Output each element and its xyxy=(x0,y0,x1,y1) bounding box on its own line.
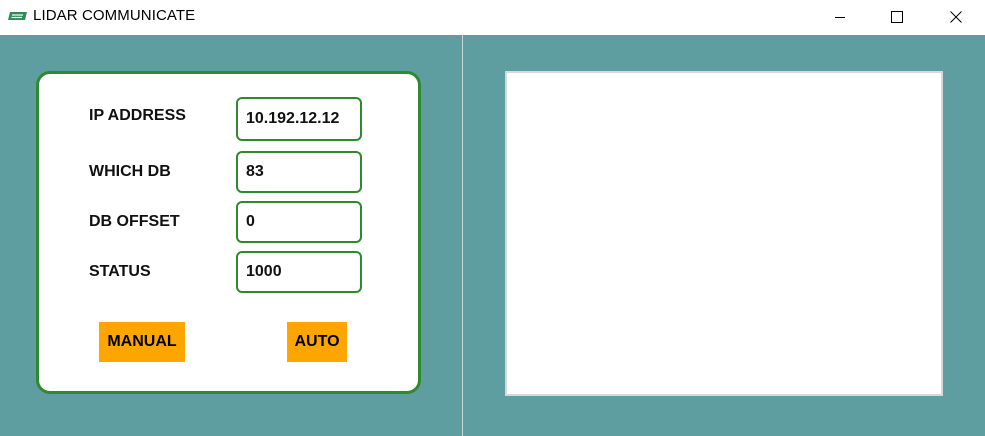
status-value: 1000 xyxy=(246,263,282,280)
title-bar: LIDAR COMMUNICATE xyxy=(0,0,985,33)
app-logo-icon xyxy=(8,9,28,23)
status-field[interactable]: 1000 xyxy=(236,251,362,293)
output-panel[interactable] xyxy=(505,71,943,396)
settings-card: IP ADDRESS 10.192.12.12 WHICH DB 83 DB O… xyxy=(36,71,421,394)
manual-button[interactable]: MANUAL xyxy=(99,322,185,362)
minimize-icon xyxy=(834,11,846,23)
db-offset-label: DB OFFSET xyxy=(89,213,180,230)
splitter[interactable] xyxy=(462,35,463,436)
maximize-icon xyxy=(891,10,903,23)
which-db-label: WHICH DB xyxy=(89,163,171,180)
maximize-button[interactable] xyxy=(874,0,920,33)
status-label: STATUS xyxy=(89,263,151,280)
which-db-value: 83 xyxy=(246,163,264,180)
ip-address-value: 10.192.12.12 xyxy=(246,110,340,127)
auto-button[interactable]: AUTO xyxy=(287,322,347,362)
minimize-button[interactable] xyxy=(817,0,863,33)
close-icon xyxy=(950,10,962,23)
which-db-field[interactable]: 83 xyxy=(236,151,362,193)
close-button[interactable] xyxy=(933,0,979,33)
db-offset-value: 0 xyxy=(246,213,255,230)
window-title: LIDAR COMMUNICATE xyxy=(33,7,196,24)
ip-address-field[interactable]: 10.192.12.12 xyxy=(236,97,362,141)
db-offset-field[interactable]: 0 xyxy=(236,201,362,243)
ip-address-label: IP ADDRESS xyxy=(89,107,186,124)
